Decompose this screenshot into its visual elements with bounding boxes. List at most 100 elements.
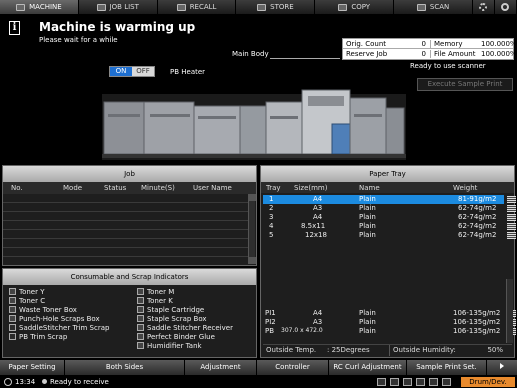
adjustment-button[interactable]: Adjustment: [185, 360, 257, 375]
settings-button[interactable]: [472, 0, 495, 14]
consumable-label: Toner M: [147, 287, 175, 296]
machine-area: ON OFF PB Heater Ready to use scanner Ex…: [0, 60, 517, 164]
orig-count-label: Orig. Count: [346, 39, 387, 48]
tray-id: PB: [265, 327, 275, 335]
consumable-label: Saddle Stitcher Receiver: [147, 323, 233, 332]
consumable-saddle-stitcher-receiver: Saddle Stitcher Receiver: [137, 323, 233, 332]
recall-icon: [176, 3, 186, 11]
consumable-label: PB Trim Scrap: [19, 332, 68, 341]
info-icon: i: [9, 21, 20, 35]
file-amount-label: File Amount: [434, 50, 476, 58]
tray-row-5[interactable]: 5 12x18 Plain 62-74g/m2: [263, 231, 516, 240]
job-col-no: No.: [11, 184, 23, 192]
job-col-minute: Minute(S): [141, 184, 175, 192]
fax-icon: [416, 378, 425, 386]
consumable-perfect-binder-glue: Perfect Binder Glue: [137, 332, 215, 341]
tray-row-pb[interactable]: PB 307.0 x 472.0 Plain 106-135g/m2: [263, 327, 516, 336]
tray-id: 1: [269, 195, 274, 203]
rc-curl-adjustment-button[interactable]: RC Curl Adjustment: [329, 360, 407, 375]
tray-table-body: 1 A4 Plain 81-91g/m2 2 A3 Plain 62-74g/m…: [261, 193, 516, 345]
page-title: Machine is warming up: [39, 20, 196, 34]
scroll-down-icon[interactable]: [249, 257, 256, 264]
tray-col-size: Size(mm): [294, 184, 328, 192]
table-row[interactable]: [3, 248, 248, 257]
tray-size: A4: [313, 213, 323, 221]
pb-heater-toggle[interactable]: ON OFF: [109, 66, 155, 77]
tray-weight: 106-135g/m2: [453, 318, 501, 326]
toner-icon: [9, 297, 16, 304]
scroll-up-icon[interactable]: [249, 194, 256, 201]
tray-row-pi1[interactable]: PI1 A4 Plain 106-135g/m2: [263, 309, 516, 318]
job-col-user: User Name: [193, 184, 232, 192]
reserve-job-label: Reserve Job: [346, 50, 388, 58]
tab-machine-label: MACHINE: [29, 3, 62, 11]
consumable-label: Toner C: [19, 296, 46, 305]
tab-machine[interactable]: MACHINE: [0, 0, 79, 14]
next-page-button[interactable]: [487, 360, 517, 375]
tray-row-1[interactable]: 1 A4 Plain 81-91g/m2: [263, 195, 516, 204]
tray-paper-name: Plain: [359, 231, 376, 239]
job-scrollbar[interactable]: [248, 194, 256, 264]
consumable-staple-cartridge: Staple Cartridge: [137, 305, 204, 314]
tray-paper-name: Plain: [359, 327, 376, 335]
tray-row-4[interactable]: 4 8.5x11 Plain 62-74g/m2: [263, 222, 516, 231]
consumable-toner-c: Toner C: [9, 296, 45, 305]
table-row[interactable]: [3, 230, 248, 239]
consumable-humidifier-tank: Humidifier Tank: [137, 341, 202, 350]
tray-col-tray: Tray: [266, 184, 281, 192]
tab-store[interactable]: STORE: [236, 0, 316, 14]
tray-weight: 62-74g/m2: [458, 213, 497, 221]
main-body-divider: [270, 58, 340, 59]
table-row[interactable]: [3, 221, 248, 230]
job-col-status: Status: [104, 184, 127, 192]
outside-temp-value: : 25Degrees: [327, 346, 370, 354]
sample-print-set-button[interactable]: Sample Print Set.: [407, 360, 487, 375]
both-sides-button[interactable]: Both Sides: [65, 360, 185, 375]
tray-size: A4: [313, 195, 323, 203]
scanner-icon: [403, 378, 412, 386]
top-tab-bar: MACHINE JOB LIST RECALL STORE COPY SCAN: [0, 0, 517, 14]
controller-button[interactable]: Controller: [257, 360, 329, 375]
status-message: Ready to receive: [50, 378, 109, 386]
tab-scan[interactable]: SCAN: [394, 0, 473, 14]
tray-paper-name: Plain: [359, 195, 376, 203]
paper-level-icon: [507, 223, 516, 230]
paper-setting-button[interactable]: Paper Setting: [0, 360, 65, 375]
punch-icon: [9, 315, 16, 322]
table-row[interactable]: [3, 194, 248, 203]
pb-heater-off[interactable]: OFF: [132, 67, 154, 76]
copy-icon: [338, 3, 348, 11]
receiver-icon: [137, 324, 144, 331]
consumable-label: Perfect Binder Glue: [147, 332, 215, 341]
tab-job-list-label: JOB LIST: [109, 3, 139, 11]
consumables-panel-title: Consumable and Scrap Indicators: [3, 269, 256, 285]
tab-copy[interactable]: COPY: [315, 0, 395, 14]
table-row[interactable]: [3, 239, 248, 248]
job-col-mode: Mode: [63, 184, 83, 192]
table-row[interactable]: [3, 203, 248, 212]
tab-recall[interactable]: RECALL: [157, 0, 237, 14]
power-button[interactable]: [494, 0, 517, 14]
execute-sample-print-button[interactable]: Execute Sample Print: [417, 78, 513, 91]
tray-col-name: Name: [359, 184, 380, 192]
toner-icon: [137, 288, 144, 295]
toner-icon: [9, 288, 16, 295]
drum-dev-warning-badge[interactable]: Drum/Dev.: [461, 377, 515, 387]
paper-level-icon: [507, 214, 516, 221]
tab-job-list[interactable]: JOB LIST: [78, 0, 158, 14]
memory-label: Memory: [434, 39, 463, 48]
tray-scrollbar[interactable]: [506, 279, 513, 343]
tray-row-pi2[interactable]: PI2 A3 Plain 106-135g/m2: [263, 318, 516, 327]
consumable-label: SaddleStitcher Trim Scrap: [19, 323, 110, 332]
job-table-body: [3, 194, 256, 265]
tray-row-2[interactable]: 2 A3 Plain 62-74g/m2: [263, 204, 516, 213]
outside-humidity-value: 50%: [487, 346, 503, 354]
consumables-grid: Toner Y Toner C Waste Toner Box Punch-Ho…: [3, 285, 256, 357]
tray-id: PI2: [265, 318, 276, 326]
table-row[interactable]: [3, 212, 248, 221]
pb-heater-on[interactable]: ON: [110, 67, 132, 76]
tray-row-3[interactable]: 3 A4 Plain 62-74g/m2: [263, 213, 516, 222]
consumable-label: Humidifier Tank: [147, 341, 202, 350]
scanner-status: Ready to use scanner: [410, 62, 486, 70]
staple-icon: [137, 306, 144, 313]
